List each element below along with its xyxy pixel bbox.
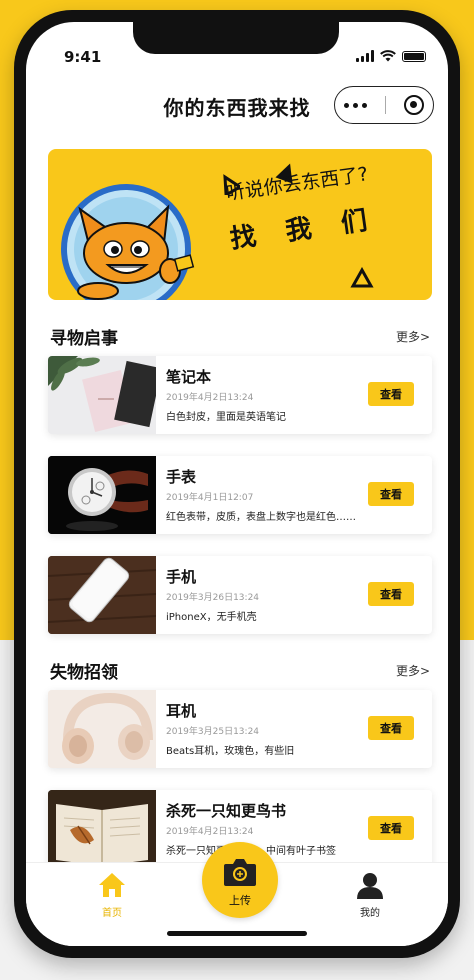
close-target-icon[interactable] [404,95,424,115]
banner[interactable]: 听说你丢东西了? 找我们 [48,149,432,300]
tab-home[interactable]: 首页 [82,871,142,919]
book-thumbnail [48,790,156,868]
item-title: 杀死一只知更鸟书 [166,802,287,820]
item-description: Beats耳机，玫瑰色，有些旧 [166,746,295,757]
view-button[interactable]: 查看 [368,816,414,840]
banner-slogan: 找我们 [228,201,399,255]
tab-mine-label: 我的 [360,908,380,919]
triangle-decor-icon [350,267,374,288]
view-button[interactable]: 查看 [368,716,414,740]
lost-item-card[interactable]: 手表 2019年4月1日12:07 红色表带，皮质，表盘上数字也是红色…… 查看 [48,456,432,534]
more-dots-icon[interactable] [344,102,367,108]
home-indicator [167,931,307,936]
item-description: 白色封皮，里面是英语笔记 [166,412,286,423]
item-date: 2019年3月26日13:24 [166,593,260,603]
notebook-thumbnail [48,356,156,434]
status-time: 9:41 [64,48,102,66]
phone-thumbnail [48,556,156,634]
item-title: 手机 [166,568,197,586]
view-button[interactable]: 查看 [368,382,414,406]
lost-section-title: 寻物启事 [50,329,118,349]
item-title: 耳机 [166,702,197,720]
home-icon [99,873,125,897]
item-title: 笔记本 [166,368,212,386]
notch [133,22,339,54]
lost-item-card[interactable]: 笔记本 2019年4月2日13:24 白色封皮，里面是英语笔记 查看 [48,356,432,434]
battery-icon [402,51,426,62]
view-button[interactable]: 查看 [368,582,414,606]
item-date: 2019年3月25日13:24 [166,727,260,737]
item-description: iPhoneX，无手机壳 [166,612,257,623]
item-title: 手表 [166,468,197,486]
capsule-divider [385,96,386,114]
upload-button[interactable]: 上传 [202,842,278,918]
headphones-thumbnail [48,690,156,768]
found-more-link[interactable]: 更多> [396,662,430,679]
tab-mine[interactable]: 我的 [340,871,400,919]
watch-thumbnail [48,456,156,534]
item-description: 红色表带，皮质，表盘上数字也是红色…… [166,512,356,523]
fox-mascot-illustration [61,184,195,300]
item-date: 2019年4月1日12:07 [166,493,254,503]
item-date: 2019年4月2日13:24 [166,393,254,403]
camera-icon [224,859,256,886]
lost-more-link[interactable]: 更多> [396,328,430,345]
status-icons [356,50,426,62]
view-button[interactable]: 查看 [368,482,414,506]
phone-frame: 9:41 你的东西我来找 听说你丢东西了? 找我们 寻物启事 更多> 笔记本 2… [14,10,460,958]
capsule-menu[interactable] [334,86,434,124]
upload-label: 上传 [229,894,251,907]
item-date: 2019年4月2日13:24 [166,827,254,837]
user-icon [357,873,383,899]
found-item-card[interactable]: 耳机 2019年3月25日13:24 Beats耳机，玫瑰色，有些旧 查看 [48,690,432,768]
wifi-icon [380,50,396,62]
tab-home-label: 首页 [102,908,122,919]
app-screen: 9:41 你的东西我来找 听说你丢东西了? 找我们 寻物启事 更多> 笔记本 2… [26,22,448,946]
lost-item-card[interactable]: 手机 2019年3月26日13:24 iPhoneX，无手机壳 查看 [48,556,432,634]
signal-icon [356,50,374,62]
found-section-title: 失物招领 [50,663,118,683]
